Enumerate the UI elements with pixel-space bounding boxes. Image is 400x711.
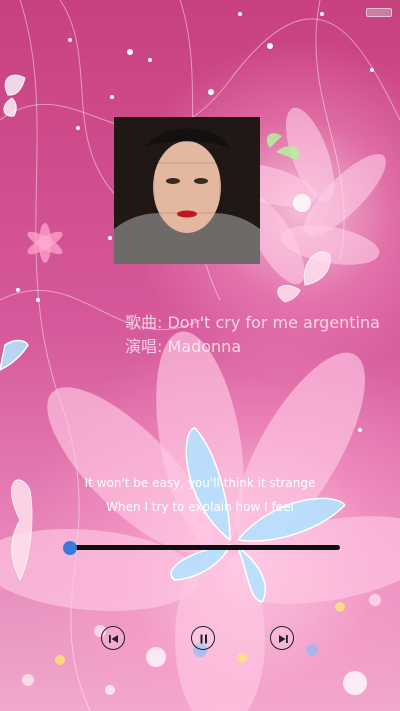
music-player-screen: 歌曲: Don't cry for me argentina 演唱: Madon… <box>0 0 400 711</box>
lyric-line-current: It won't be easy, you'll think it strang… <box>84 476 316 490</box>
song-title: 歌曲: Don't cry for me argentina <box>125 313 380 332</box>
pause-button[interactable] <box>191 626 215 650</box>
artist-name: 演唱: Madonna <box>125 337 242 356</box>
battery-icon <box>366 8 392 17</box>
progress-bar[interactable] <box>64 545 340 550</box>
album-cover <box>114 117 260 264</box>
next-button[interactable] <box>270 626 294 650</box>
pause-icon <box>200 634 207 644</box>
song-info: 歌曲: Don't cry for me argentina 演唱: Madon… <box>125 311 380 359</box>
skip-previous-icon <box>109 635 118 643</box>
lyric-line-next: When I try to explain how I feel <box>106 500 294 514</box>
previous-button[interactable] <box>101 626 125 650</box>
skip-next-icon <box>279 635 288 643</box>
progress-thumb[interactable] <box>62 541 77 555</box>
